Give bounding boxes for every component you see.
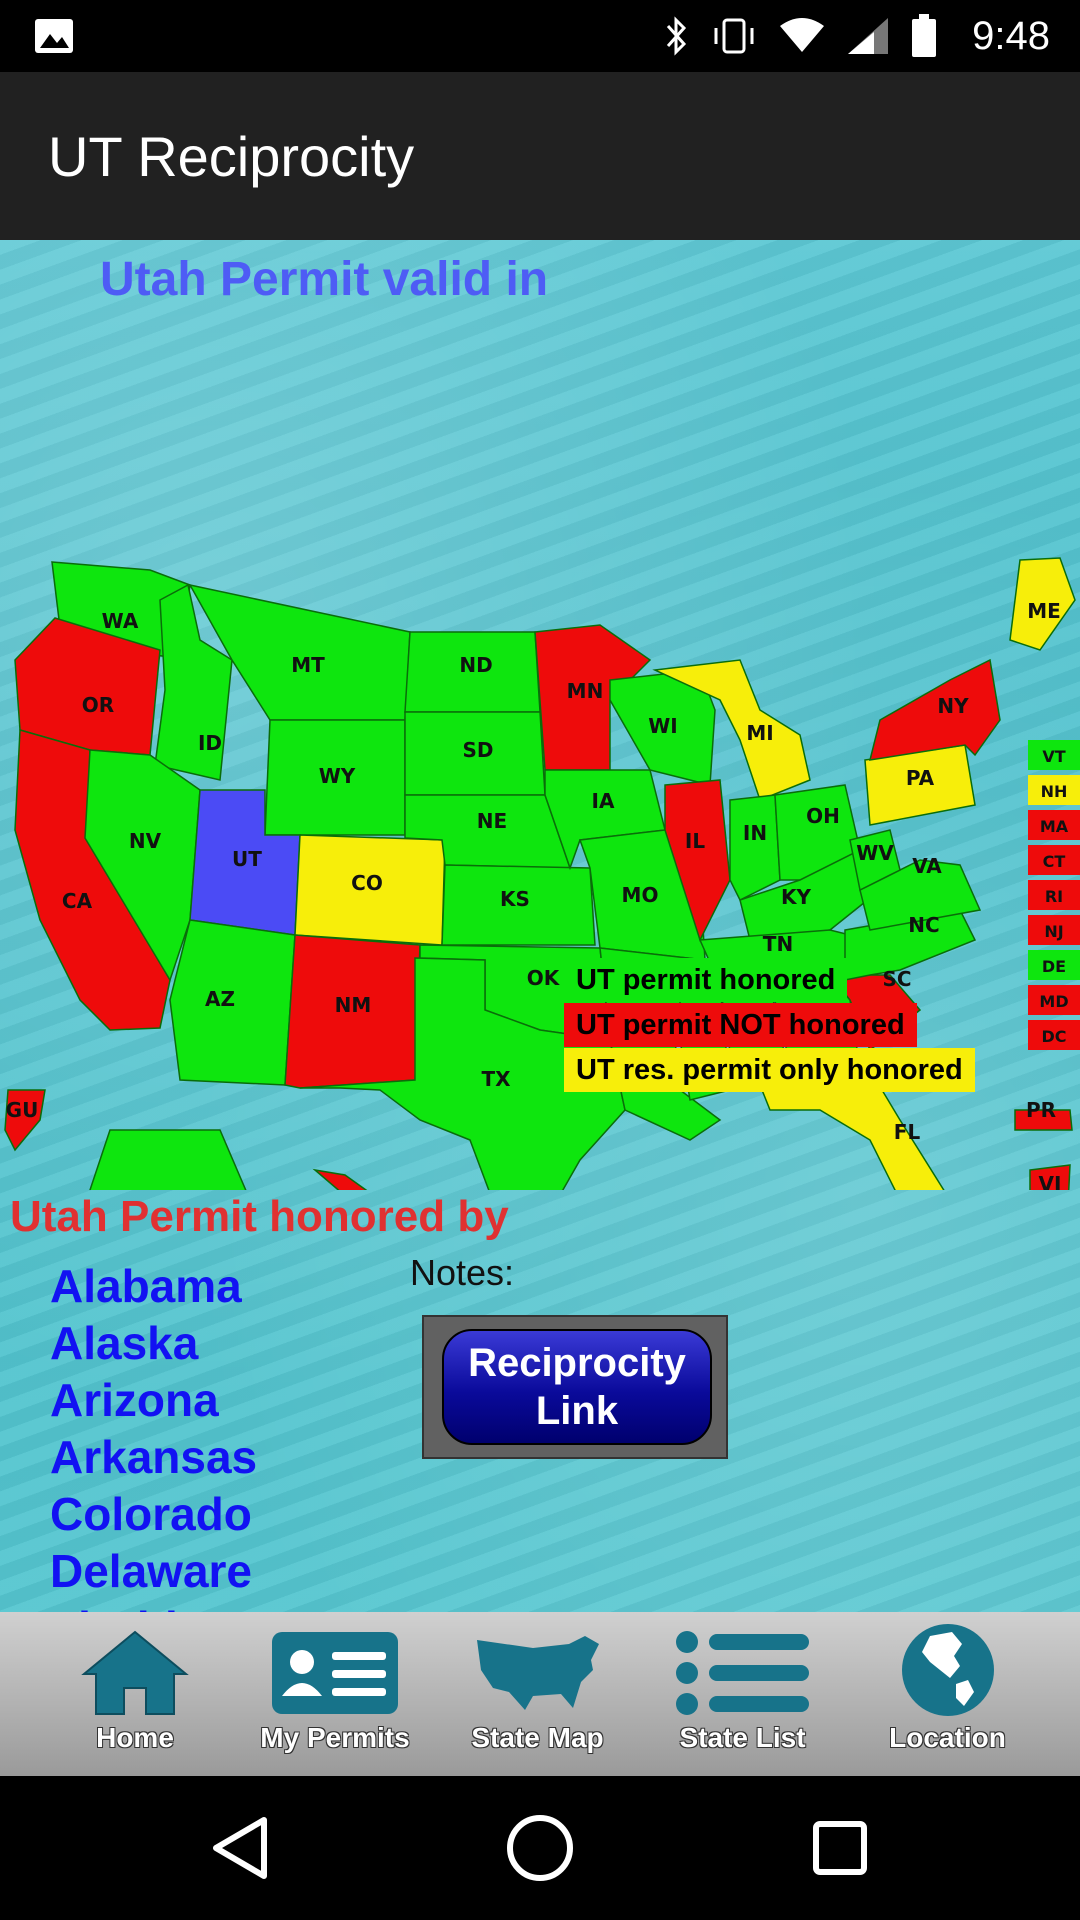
us-map-icon — [476, 1636, 599, 1710]
state-label-nm: NM — [335, 993, 372, 1017]
nav-state-map-label: State Map — [471, 1722, 604, 1753]
wifi-icon — [780, 18, 825, 52]
nav-location[interactable]: Location — [850, 1612, 1045, 1776]
small-state-label-de: DE — [1042, 957, 1066, 976]
nav-state-list[interactable]: State List — [645, 1612, 840, 1776]
state-label-wy: WY — [319, 764, 356, 788]
state-label-tn: TN — [763, 932, 793, 956]
home-icon — [81, 1630, 189, 1715]
honored-heading: Utah Permit honored by — [10, 1192, 509, 1241]
state-list-item[interactable]: Arizona — [50, 1372, 257, 1429]
legend-item: UT permit honored — [564, 958, 848, 1002]
nav-location-label: Location — [889, 1722, 1006, 1753]
recents-icon[interactable] — [804, 1812, 876, 1884]
state-label-me: ME — [1027, 599, 1061, 623]
state-shape-ny[interactable] — [868, 658, 1001, 761]
state-shape-in[interactable] — [729, 794, 781, 902]
state-label-pa: PA — [906, 766, 935, 790]
state-label-nv: NV — [129, 829, 162, 853]
nav-state-list-label: State List — [679, 1722, 806, 1753]
state-label-sc: SC — [882, 967, 911, 991]
state-list-item[interactable]: Delaware — [50, 1543, 257, 1600]
state-label-co: CO — [351, 871, 383, 895]
state-label-ut: UT — [232, 847, 262, 871]
state-label-ks: KS — [500, 887, 530, 911]
nav-my-permits-label: My Permits — [260, 1722, 410, 1753]
small-state-label-md: MD — [1039, 992, 1068, 1011]
state-label-ne: NE — [477, 809, 507, 833]
state-list-item[interactable]: Arkansas — [50, 1429, 257, 1486]
legend-item: UT res. permit only honored — [564, 1048, 975, 1092]
small-state-label-vt: VT — [1042, 747, 1065, 766]
status-bar: 9:48 — [0, 0, 1080, 72]
state-label-wi: WI — [648, 714, 678, 738]
legend-item: UT permit NOT honored — [564, 1003, 917, 1047]
image-notification-icon — [35, 19, 73, 53]
nav-state-map[interactable]: State Map — [440, 1612, 635, 1776]
small-state-label-nh: NH — [1041, 782, 1068, 801]
state-label-wv: WV — [856, 841, 894, 865]
state-list-item[interactable]: Alaska — [50, 1315, 257, 1372]
state-label-tx: TX — [481, 1067, 511, 1091]
signal-icon — [848, 18, 889, 54]
main-content[interactable]: Utah Permit valid in WA OR CA ID NV MT WY UT CO A… — [0, 240, 1080, 1612]
state-label-va: VA — [912, 854, 942, 878]
state-label-id: ID — [198, 731, 222, 755]
back-icon[interactable] — [204, 1812, 276, 1884]
nav-home[interactable]: Home — [40, 1612, 230, 1776]
battery-icon — [912, 14, 937, 57]
state-label-ok: OK — [527, 966, 561, 990]
id-card-icon — [272, 1632, 398, 1714]
state-label-il: IL — [685, 829, 705, 853]
clock: 9:48 — [972, 13, 1050, 58]
state-label-wa: WA — [102, 609, 139, 633]
state-label-nc: NC — [908, 913, 939, 937]
state-label-az: AZ — [205, 987, 235, 1011]
state-label-mo: MO — [622, 883, 659, 907]
small-state-label-ri: RI — [1045, 887, 1063, 906]
state-label-ky: KY — [781, 885, 811, 909]
state-label-mi: MI — [746, 721, 773, 745]
bottom-navigation: Home My Permits State Map State List Loc… — [0, 1612, 1080, 1776]
home-circle-icon[interactable] — [504, 1812, 576, 1884]
small-state-label-nj: NJ — [1044, 922, 1063, 941]
state-label-mt: MT — [291, 653, 325, 677]
app-bar: UT Reciprocity — [0, 72, 1080, 240]
state-shape-hi[interactable] — [312, 1168, 440, 1190]
app-title: UT Reciprocity — [48, 125, 415, 188]
reciprocity-link-line1: Reciprocity — [468, 1341, 686, 1385]
state-label-ia: IA — [592, 789, 615, 813]
reciprocity-link-frame: Reciprocity Link — [422, 1315, 728, 1459]
state-list-item[interactable]: Alabama — [50, 1258, 257, 1315]
state-label-or: OR — [82, 693, 114, 717]
honored-state-list: Alabama Alaska Arizona Arkansas Colorado Dela… — [50, 1258, 257, 1612]
state-shape-ak[interactable] — [20, 1129, 300, 1190]
bluetooth-icon — [667, 16, 687, 56]
state-label-in: IN — [743, 821, 767, 845]
state-label-pr: PR — [1026, 1098, 1056, 1122]
state-label-vi: VI — [1039, 1172, 1062, 1190]
reciprocity-link-button[interactable]: Reciprocity Link — [442, 1329, 712, 1445]
nav-home-label: Home — [96, 1722, 174, 1753]
system-navigation-bar — [0, 1776, 1080, 1920]
small-state-label-ma: MA — [1040, 817, 1069, 836]
small-state-label-ct: CT — [1043, 852, 1066, 871]
state-label-ca: CA — [62, 889, 93, 913]
state-label-gu: GU — [6, 1098, 39, 1122]
nav-my-permits[interactable]: My Permits — [240, 1612, 430, 1776]
reciprocity-link-line2: Link — [535, 1389, 619, 1433]
notes-label: Notes: — [410, 1252, 515, 1293]
vibrate-icon — [714, 18, 754, 54]
globe-icon — [901, 1624, 994, 1716]
state-label-oh: OH — [806, 804, 840, 828]
list-icon — [675, 1631, 809, 1715]
state-label-fl: FL — [894, 1120, 921, 1144]
small-state-label-dc: DC — [1041, 1027, 1066, 1046]
state-label-nd: ND — [459, 653, 492, 677]
state-list-item[interactable]: Colorado — [50, 1486, 257, 1543]
state-label-sd: SD — [462, 738, 493, 762]
state-list-item[interactable]: Florida — [50, 1600, 257, 1612]
state-label-mn: MN — [567, 679, 604, 703]
state-label-ny: NY — [937, 694, 969, 718]
